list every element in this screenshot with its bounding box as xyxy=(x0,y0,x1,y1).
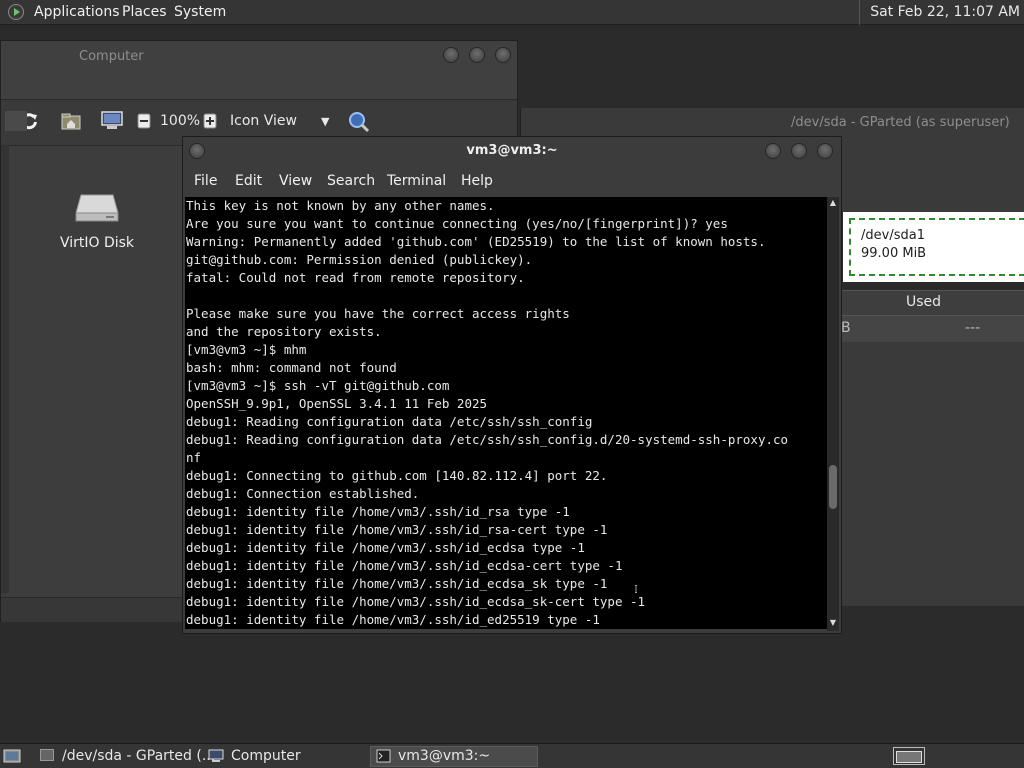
minimize-button[interactable] xyxy=(443,47,459,63)
partition-size: 99.00 MiB xyxy=(861,246,927,261)
partition-name: /dev/sda1 xyxy=(861,228,925,243)
zoom-out-icon[interactable] xyxy=(137,113,151,129)
workspace-switcher[interactable] xyxy=(893,747,925,765)
terminal-titlebar[interactable]: vm3@vm3:~ xyxy=(183,137,841,167)
taskbar-gparted[interactable]: /dev/sda - GParted (... xyxy=(62,746,215,767)
terminal-line: bash: mhm: command not found xyxy=(186,360,397,375)
close-button[interactable] xyxy=(495,47,511,63)
terminal-line: nf xyxy=(186,450,202,465)
window-title: vm3@vm3:~ xyxy=(466,143,558,158)
terminal-window: vm3@vm3:~ File Edit View Search Terminal… xyxy=(182,136,842,634)
menu-view[interactable]: View xyxy=(279,173,312,189)
terminal-line: Warning: Permanently added 'github.com' … xyxy=(186,234,766,249)
terminal-line: OpenSSH_9.9p1, OpenSSL 3.4.1 11 Feb 2025 xyxy=(186,396,488,411)
computer-titlebar[interactable]: Computer xyxy=(1,41,517,99)
view-mode-select[interactable]: Icon View xyxy=(230,113,297,129)
disk-label[interactable]: VirtIO Disk xyxy=(41,235,153,251)
terminal-scrollbar[interactable]: ▲ ▼ xyxy=(827,197,839,631)
minimize-button[interactable] xyxy=(765,143,781,159)
terminal-line: debug1: identity file /home/vm3/.ssh/id_… xyxy=(186,522,608,537)
clock[interactable]: Sat Feb 22, 11:07 AM xyxy=(859,0,1024,25)
menu-search[interactable]: Search xyxy=(327,173,375,189)
computer-sidebar-strip xyxy=(1,145,9,593)
terminal-line: fatal: Could not read from remote reposi… xyxy=(186,270,525,285)
terminal-line: debug1: identity file /home/vm3/.ssh/id_… xyxy=(186,540,585,555)
workspace-thumbnail xyxy=(896,751,922,763)
terminal-line: debug1: identity file /home/vm3/.ssh/id_… xyxy=(186,558,623,573)
scroll-up-arrow-icon[interactable]: ▲ xyxy=(827,197,839,209)
terminal-line: Please make sure you have the correct ac… xyxy=(186,306,570,321)
hard-disk-icon[interactable] xyxy=(75,193,119,223)
terminal-line: debug1: Connecting to github.com [140.82… xyxy=(186,468,608,483)
zoom-level: 100% xyxy=(160,113,201,129)
row-used-cell: --- xyxy=(965,320,981,336)
gparted-app-icon xyxy=(40,749,54,761)
computer-app-icon xyxy=(208,749,224,762)
menu-help[interactable]: Help xyxy=(461,173,493,189)
terminal-line: and the repository exists. xyxy=(186,324,382,339)
scroll-down-arrow-icon[interactable]: ▼ xyxy=(827,617,839,629)
show-desktop-icon[interactable] xyxy=(3,748,21,764)
menu-terminal[interactable]: Terminal xyxy=(387,173,446,189)
maximize-button[interactable] xyxy=(469,47,485,63)
row-size-cell: B xyxy=(841,320,851,336)
window-title: Computer xyxy=(79,49,144,64)
terminal-line: [vm3@vm3 ~]$ ssh -vT git@github.com xyxy=(186,378,450,393)
home-folder-icon[interactable] xyxy=(61,112,81,130)
computer-icon[interactable] xyxy=(101,111,123,131)
window-title: /dev/sda - GParted (as superuser) xyxy=(791,115,1010,130)
distro-logo-icon[interactable] xyxy=(8,4,24,20)
terminal-line: debug1: identity file /home/vm3/.ssh/id_… xyxy=(186,504,570,519)
scrollbar-thumb[interactable] xyxy=(829,465,837,509)
close-button[interactable] xyxy=(817,143,833,159)
terminal-line: debug1: identity file /home/vm3/.ssh/id_… xyxy=(186,576,608,591)
zoom-in-icon[interactable] xyxy=(203,113,217,129)
chevron-down-icon[interactable]: ▼ xyxy=(321,115,329,128)
terminal-line: debug1: Reading configuration data /etc/… xyxy=(186,432,789,447)
menu-places[interactable]: Places xyxy=(122,0,167,25)
search-icon[interactable] xyxy=(348,111,370,133)
terminal-output[interactable]: This key is not known by any other names… xyxy=(185,197,827,629)
terminal-line: Are you sure you want to continue connec… xyxy=(186,216,728,231)
menu-edit[interactable]: Edit xyxy=(235,173,262,189)
menu-file[interactable]: File xyxy=(194,173,217,189)
table-row[interactable] xyxy=(841,316,1024,342)
terminal-line: git@github.com: Permission denied (publi… xyxy=(186,252,533,267)
menu-system[interactable]: System xyxy=(174,0,226,25)
taskbar-terminal[interactable]: vm3@vm3:~ xyxy=(398,746,490,767)
partition-block[interactable]: /dev/sda1 99.00 MiB xyxy=(843,212,1024,282)
maximize-button[interactable] xyxy=(791,143,807,159)
terminal-app-icon xyxy=(376,749,391,763)
terminal-line: debug1: Connection established. xyxy=(186,486,420,501)
top-panel: Applications Places System Sat Feb 22, 1… xyxy=(0,0,1024,25)
ibeam-cursor-icon xyxy=(635,585,637,593)
menu-applications[interactable]: Applications xyxy=(34,0,120,25)
sidebar-toggle-button[interactable] xyxy=(5,111,27,131)
terminal-line: This key is not known by any other names… xyxy=(186,198,495,213)
taskbar-computer[interactable]: Computer xyxy=(231,746,301,767)
terminal-line: debug1: Reading configuration data /etc/… xyxy=(186,414,593,429)
column-header-used[interactable]: Used xyxy=(906,294,941,310)
terminal-line: debug1: identity file /home/vm3/.ssh/id_… xyxy=(186,594,646,609)
terminal-line: [vm3@vm3 ~]$ mhm xyxy=(186,342,307,357)
bottom-taskbar: /dev/sda - GParted (... Computer vm3@vm3… xyxy=(0,743,1024,768)
terminal-line: debug1: identity file /home/vm3/.ssh/id_… xyxy=(186,612,600,627)
